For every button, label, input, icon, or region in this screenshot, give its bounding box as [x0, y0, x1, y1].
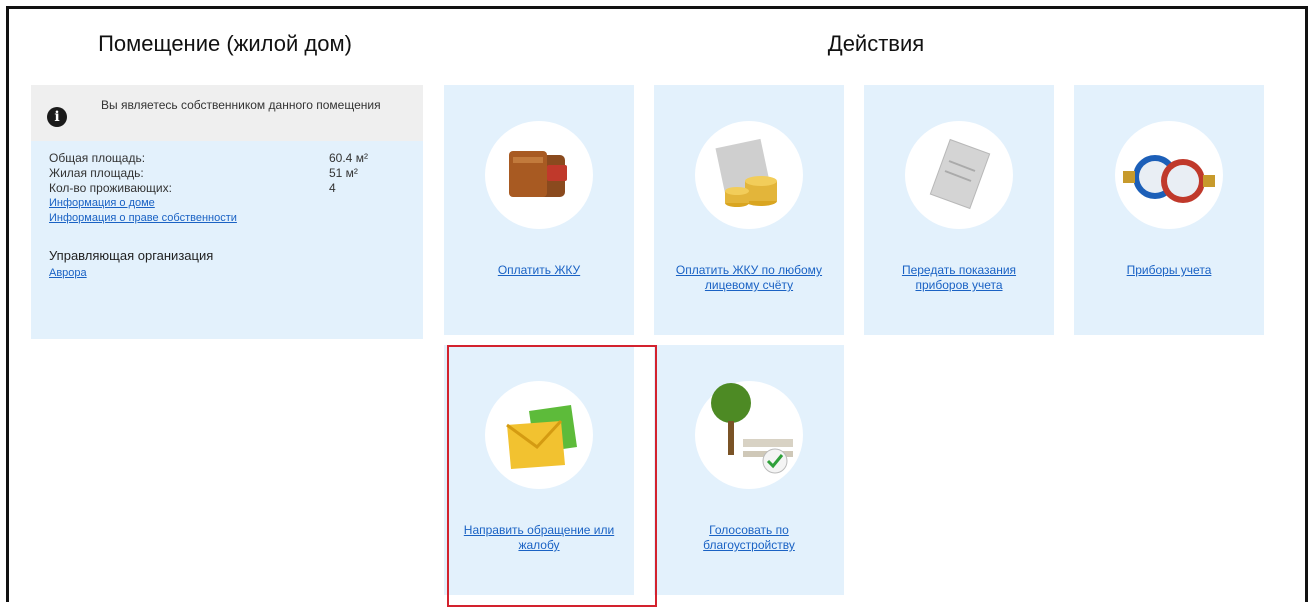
management-org-link[interactable]: Аврора — [49, 266, 423, 281]
tile-label[interactable]: Передать показания приборов учета — [874, 263, 1044, 293]
property-value: 60.4 м² — [329, 151, 368, 165]
property-row: Кол-во проживающих: 4 — [49, 181, 423, 196]
right-section-title: Действия — [827, 31, 925, 56]
premises-properties: Общая площадь: 60.4 м² Жилая площадь: 51… — [31, 141, 423, 281]
property-row: Общая площадь: 60.4 м² — [49, 151, 423, 166]
tile-label[interactable]: Приборы учета — [1084, 263, 1254, 278]
water-meter-icon — [1115, 121, 1223, 229]
left-section-title: Помещение (жилой дом) — [98, 31, 352, 56]
ownership-info-link[interactable]: Информация о праве собственности — [49, 211, 423, 226]
property-label: Общая площадь: — [49, 151, 146, 165]
premises-info-panel: i Вы являетесь собственником данного пом… — [31, 85, 423, 339]
tree-bench-icon — [695, 381, 803, 489]
property-label: Кол-во проживающих: — [49, 181, 172, 195]
tile-label[interactable]: Голосовать по благоустройству — [664, 523, 834, 553]
coins-icon — [695, 121, 803, 229]
house-info-link[interactable]: Информация о доме — [49, 196, 423, 211]
tile-meters[interactable]: Приборы учета — [1074, 85, 1264, 335]
info-icon: i — [47, 107, 67, 127]
property-label: Жилая площадь: — [49, 166, 144, 180]
property-value: 51 м² — [329, 166, 358, 180]
owner-notice: i Вы являетесь собственником данного пом… — [31, 85, 423, 141]
tile-pay-any-account[interactable]: Оплатить ЖКУ по любому лицевому счёту — [654, 85, 844, 335]
tile-label[interactable]: Оплатить ЖКУ — [454, 263, 624, 278]
tile-label[interactable]: Оплатить ЖКУ по любому лицевому счёту — [664, 263, 834, 293]
wallet-icon — [485, 121, 593, 229]
highlight-frame — [447, 345, 657, 607]
management-org-label: Управляющая организация — [49, 248, 214, 263]
tile-pay-utilities[interactable]: Оплатить ЖКУ — [444, 85, 634, 335]
page-frame: Помещение (жилой дом) Действия i Вы явля… — [6, 6, 1308, 607]
document-icon — [905, 121, 1013, 229]
tile-submit-meter-readings[interactable]: Передать показания приборов учета — [864, 85, 1054, 335]
owner-notice-text: Вы являетесь собственником данного помещ… — [101, 98, 381, 112]
property-row: Жилая площадь: 51 м² — [49, 166, 423, 181]
tile-vote-improvement[interactable]: Голосовать по благоустройству — [654, 345, 844, 595]
property-value: 4 — [329, 181, 336, 195]
